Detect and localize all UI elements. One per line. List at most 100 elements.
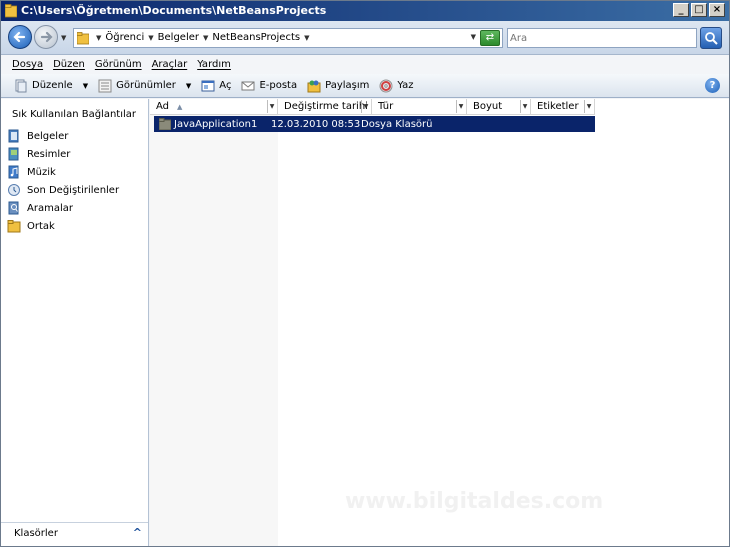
nav-item-aramalar[interactable]: Aramalar	[7, 199, 119, 217]
column-header-tags[interactable]: Etiketler ▼	[531, 99, 595, 115]
navigation-pane: Sık Kullanılan Bağlantılar Belgeler Resi…	[1, 99, 149, 546]
burn-disc-icon	[379, 79, 393, 92]
burn-label: Yaz	[397, 80, 414, 91]
recent-icon	[8, 184, 20, 196]
organize-button[interactable]: Düzenle ▼	[9, 76, 93, 96]
title-bar[interactable]: C:\Users\Öğretmen\Documents\NetBeansProj…	[1, 1, 729, 21]
window-title: C:\Users\Öğretmen\Documents\NetBeansProj…	[21, 4, 327, 17]
nav-item-label: Aramalar	[27, 202, 73, 214]
menu-dosya[interactable]: Dosya	[7, 55, 48, 74]
file-modified: 12.03.2010 08:53	[271, 118, 361, 130]
folders-label: Klasörler	[14, 528, 58, 539]
share-label: Paylaşım	[325, 80, 370, 91]
nav-item-label: Ortak	[27, 220, 55, 232]
folder-icon	[5, 4, 17, 18]
breadcrumb-arrow-icon[interactable]: ▼	[304, 34, 309, 42]
breadcrumb-arrow-icon[interactable]: ▼	[96, 34, 101, 42]
window-controls: _ □ ×	[673, 3, 725, 17]
open-label: Aç	[219, 80, 232, 91]
breadcrumb: ▼ Öğrenci ▼ Belgeler ▼ NetBeansProjects …	[96, 32, 309, 43]
column-filter-dropdown[interactable]: ▼	[456, 100, 465, 113]
address-bar[interactable]: ▼ Öğrenci ▼ Belgeler ▼ NetBeansProjects …	[73, 28, 503, 48]
name-column-highlight	[150, 99, 278, 546]
file-name-cell: JavaApplication1	[154, 118, 265, 130]
share-button[interactable]: Paylaşım	[302, 76, 374, 96]
chevron-up-icon: ^	[132, 526, 142, 539]
column-header-modified[interactable]: Değiştirme tarihi ▼	[278, 99, 372, 115]
search-button[interactable]	[700, 27, 722, 49]
address-row: ▼ ▼ Öğrenci ▼ Belgeler ▼ NetBeansProject…	[1, 21, 729, 55]
close-button[interactable]: ×	[709, 3, 725, 17]
forward-button[interactable]	[34, 25, 58, 49]
search-input[interactable]	[510, 30, 670, 46]
favorite-links-list: Belgeler Resimler Müzik Son Değiştirilen…	[7, 127, 119, 235]
folder-icon	[77, 32, 89, 45]
email-label: E-posta	[259, 80, 298, 91]
nav-item-label: Belgeler	[27, 130, 69, 142]
refresh-icon: ⇄	[485, 32, 495, 43]
nav-item-belgeler[interactable]: Belgeler	[7, 127, 119, 145]
minimize-button[interactable]: _	[673, 3, 689, 17]
menu-gorunum[interactable]: Görünüm	[90, 55, 147, 74]
nav-item-label: Resimler	[27, 148, 71, 160]
column-filter-dropdown[interactable]: ▼	[584, 100, 593, 113]
menu-bar: Dosya Düzen Görünüm Araçlar Yardım	[1, 55, 729, 74]
open-button[interactable]: Aç	[196, 76, 236, 96]
public-folder-icon	[7, 220, 21, 233]
folder-icon	[159, 118, 171, 130]
column-headers: Ad ▲ ▼ Değiştirme tarihi ▼ Tür ▼ Boyut ▼ …	[150, 99, 595, 115]
menu-duzen[interactable]: Düzen	[48, 55, 90, 74]
breadcrumb-item-netbeansprojects[interactable]: NetBeansProjects	[212, 32, 300, 43]
recent-pages-dropdown[interactable]: ▼	[61, 34, 66, 42]
address-history-dropdown[interactable]: ▼	[471, 33, 476, 41]
organize-icon	[15, 79, 27, 92]
nav-item-ortak[interactable]: Ortak	[7, 217, 119, 235]
breadcrumb-item-belgeler[interactable]: Belgeler	[158, 32, 199, 43]
back-button[interactable]	[8, 25, 32, 49]
sort-up-icon: ▲	[177, 103, 183, 111]
column-filter-dropdown[interactable]: ▼	[267, 100, 276, 113]
chevron-down-icon: ▼	[185, 81, 192, 90]
nav-item-label: Son Değiştirilenler	[27, 184, 120, 196]
chevron-down-icon: ▼	[82, 81, 89, 90]
column-header-type[interactable]: Tür ▼	[372, 99, 467, 115]
maximize-button[interactable]: □	[691, 3, 707, 17]
burn-button[interactable]: Yaz	[374, 76, 418, 96]
breadcrumb-item-ogrenci[interactable]: Öğrenci	[105, 32, 144, 43]
views-label: Görünümler	[116, 80, 176, 91]
views-icon	[98, 79, 112, 92]
nav-item-muzik[interactable]: Müzik	[7, 163, 119, 181]
menu-yardim[interactable]: Yardım	[192, 55, 236, 74]
favorite-links-heading: Sık Kullanılan Bağlantılar	[12, 109, 137, 120]
nav-item-son-degistirilenler[interactable]: Son Değiştirilenler	[7, 181, 119, 199]
open-icon	[201, 80, 215, 91]
email-icon	[241, 81, 255, 90]
nav-item-resimler[interactable]: Resimler	[7, 145, 119, 163]
folders-toggle[interactable]: Klasörler ^	[1, 522, 148, 544]
file-type: Dosya Klasörü	[361, 118, 433, 130]
refresh-button[interactable]: ⇄	[480, 30, 500, 46]
magnifier-icon	[705, 32, 718, 45]
searches-icon	[8, 201, 19, 215]
breadcrumb-arrow-icon[interactable]: ▼	[203, 34, 208, 42]
forward-arrow-icon	[40, 31, 53, 43]
email-button[interactable]: E-posta	[236, 76, 302, 96]
nav-item-label: Müzik	[27, 166, 56, 178]
column-filter-dropdown[interactable]: ▼	[361, 100, 370, 113]
file-list[interactable]: Ad ▲ ▼ Değiştirme tarihi ▼ Tür ▼ Boyut ▼ …	[150, 99, 729, 546]
help-button[interactable]: ?	[705, 78, 720, 93]
share-icon	[307, 80, 321, 92]
file-row-selected[interactable]: JavaApplication1 12.03.2010 08:53 Dosya …	[154, 116, 595, 132]
column-filter-dropdown[interactable]: ▼	[520, 100, 529, 113]
views-button[interactable]: Görünümler ▼	[93, 76, 196, 96]
column-header-size[interactable]: Boyut ▼	[467, 99, 531, 115]
documents-icon	[8, 129, 19, 143]
organize-label: Düzenle	[32, 80, 73, 91]
column-header-name[interactable]: Ad ▲ ▼	[150, 99, 278, 115]
explorer-window: C:\Users\Öğretmen\Documents\NetBeansProj…	[0, 0, 730, 547]
command-toolbar: Düzenle ▼ Görünümler ▼ Aç E-posta Paylaş…	[1, 74, 729, 98]
menu-araclar[interactable]: Araçlar	[147, 55, 193, 74]
breadcrumb-arrow-icon[interactable]: ▼	[148, 34, 153, 42]
search-box[interactable]	[507, 28, 697, 48]
pictures-icon	[8, 147, 19, 161]
